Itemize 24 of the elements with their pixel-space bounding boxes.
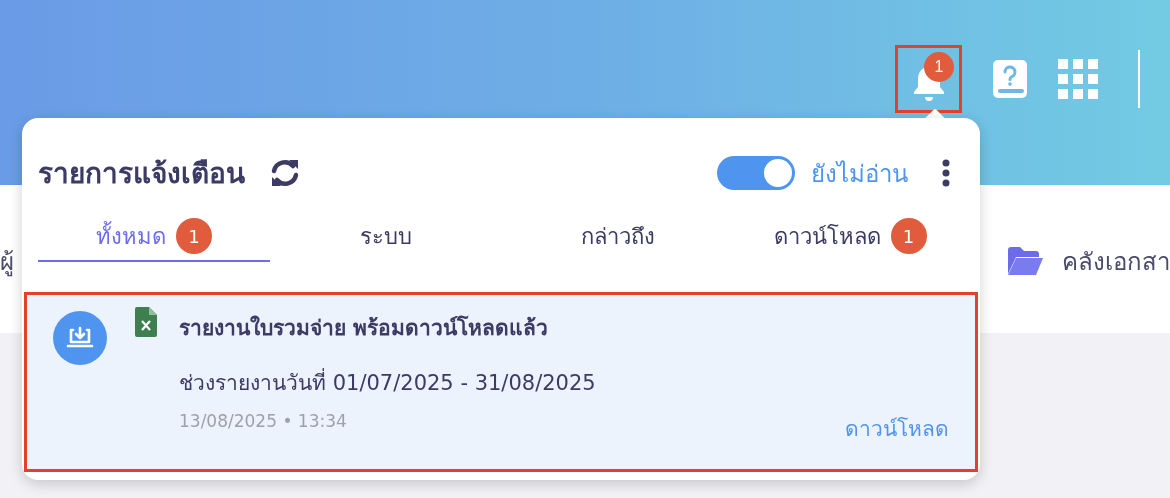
menu-label[interactable]: คลังเอกสา: [1062, 241, 1170, 281]
count-badge: 1: [890, 218, 927, 254]
tab[interactable]: ดาวน์โหลด 1: [734, 212, 966, 262]
notification-button[interactable]: 1: [895, 45, 962, 113]
excel-file-icon: [135, 307, 157, 337]
download-icon: [53, 311, 107, 365]
refresh-icon[interactable]: [269, 158, 301, 188]
tab[interactable]: ระบบ: [270, 212, 502, 262]
notification-title: รายงานใบรวมจ่าย พร้อมดาวน์โหลดแล้ว: [179, 314, 550, 342]
notification-detail: ช่วงรายงานวันที่ 01/07/2025 - 31/08/2025: [179, 366, 949, 399]
notification-time: 13/08/2025 • 13:34: [179, 411, 347, 431]
tab[interactable]: กล่าวถึง: [502, 212, 734, 262]
unread-toggle[interactable]: [717, 156, 795, 190]
notification-count-badge: 1: [924, 52, 954, 82]
panel-title: รายการแจ้งเตือน: [38, 156, 245, 192]
apps-grid-icon[interactable]: [1058, 59, 1098, 99]
notification-item[interactable]: รายงานใบรวมจ่าย พร้อมดาวน์โหลดแล้ว ช่วงรายงานวันที่ 01/07/2025 - 31/08/2025 13/08/2025 • 13:34 ดาวน์โหลด: [24, 292, 978, 472]
help-book-icon[interactable]: [992, 59, 1028, 99]
more-options-icon[interactable]: [942, 159, 950, 187]
unread-label: ยังไม่อ่าน: [811, 158, 908, 190]
count-badge: 1: [176, 218, 212, 254]
tab[interactable]: ทั้งหมด 1: [38, 212, 270, 262]
folder-icon: [1006, 246, 1044, 276]
menu-label[interactable]: ผู้: [0, 241, 22, 281]
